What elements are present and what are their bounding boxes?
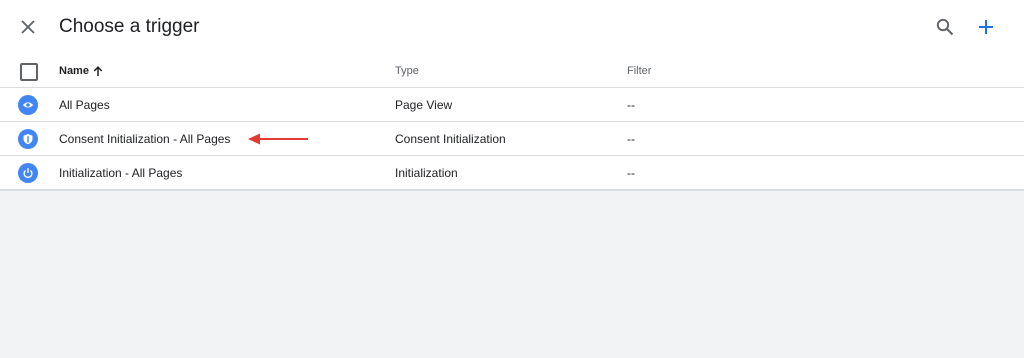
select-all-checkbox[interactable] <box>20 63 38 81</box>
trigger-type: Page View <box>395 98 453 112</box>
column-header-type[interactable]: Type <box>395 65 419 77</box>
column-header-filter[interactable]: Filter <box>627 65 651 77</box>
power-icon <box>18 163 38 183</box>
add-trigger-button[interactable] <box>972 13 1000 41</box>
trigger-name: Consent Initialization - All Pages <box>59 132 231 146</box>
eye-icon <box>18 95 38 115</box>
close-button[interactable] <box>14 13 42 41</box>
column-header-name[interactable]: Name <box>59 65 103 77</box>
shield-icon <box>18 129 38 149</box>
search-icon <box>936 18 954 36</box>
annotation-arrow <box>248 133 308 145</box>
table-row[interactable]: Consent Initialization - All Pages Conse… <box>0 122 1024 156</box>
arrow-up-icon <box>93 65 103 76</box>
search-button[interactable] <box>931 13 959 41</box>
trigger-type: Initialization <box>395 166 458 180</box>
table-row[interactable]: All Pages Page View -- <box>0 88 1024 122</box>
trigger-type: Consent Initialization <box>395 132 506 146</box>
add-icon <box>979 20 993 34</box>
dialog-header: Choose a trigger <box>0 0 1024 56</box>
table-row[interactable]: Initialization - All Pages Initializatio… <box>0 156 1024 190</box>
trigger-filter: -- <box>627 132 635 146</box>
table-header: Name Type Filter <box>0 56 1024 88</box>
trigger-dialog: Choose a trigger Name Type Filter All Pa… <box>0 0 1024 191</box>
trigger-filter: -- <box>627 166 635 180</box>
trigger-filter: -- <box>627 98 635 112</box>
close-icon <box>21 20 35 34</box>
column-header-name-label: Name <box>59 65 89 77</box>
trigger-name: All Pages <box>59 98 110 112</box>
trigger-name: Initialization - All Pages <box>59 166 183 180</box>
page-title: Choose a trigger <box>59 16 200 37</box>
